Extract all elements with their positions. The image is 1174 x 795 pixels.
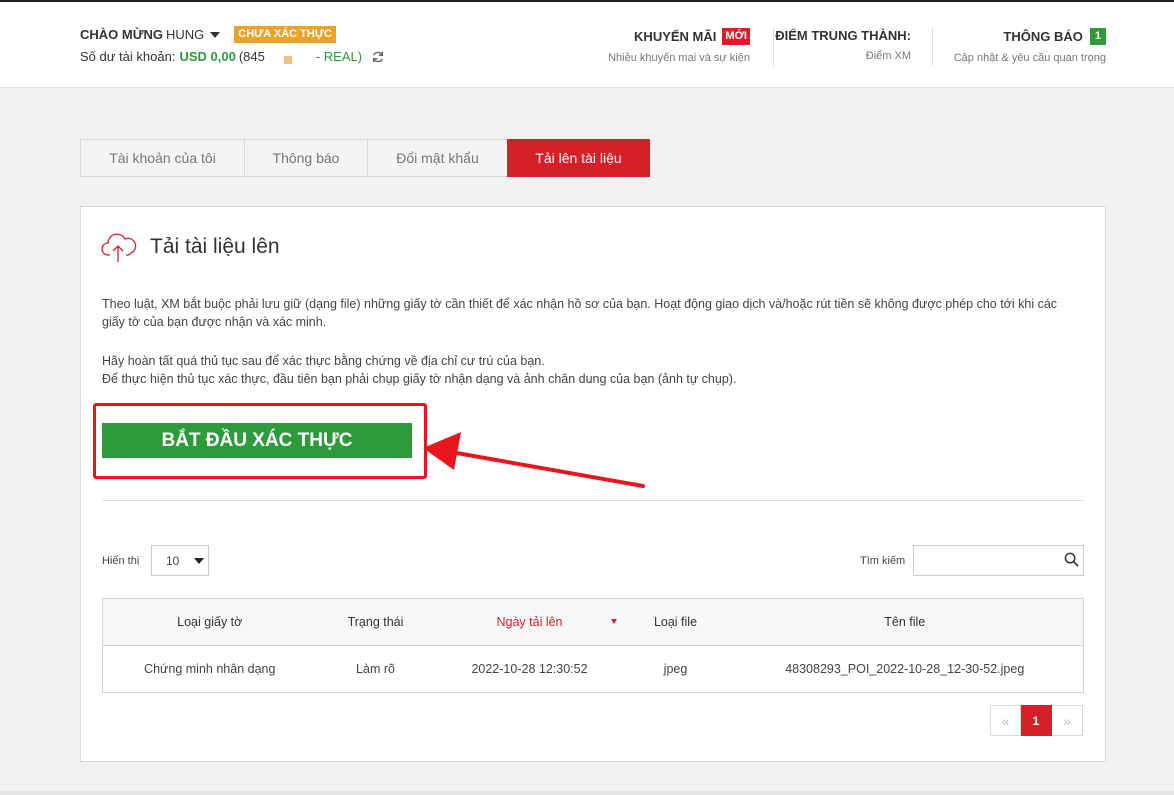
sort-desc-icon <box>610 619 617 624</box>
promotions-subtitle: Nhiều khuyến mại và sự kiện <box>608 52 750 64</box>
pagination-prev-button[interactable]: « <box>990 705 1021 736</box>
page-size-select[interactable]: 10 <box>151 545 209 576</box>
search-input[interactable] <box>913 545 1084 576</box>
header-divider <box>932 28 933 66</box>
start-verification-button[interactable]: BẮT ĐẦU XÁC THỰC <box>102 423 412 458</box>
tab-notifications[interactable]: Thông báo <box>244 139 367 177</box>
search-icon[interactable] <box>1064 552 1079 567</box>
refresh-icon[interactable] <box>371 50 385 64</box>
cloud-upload-icon <box>101 233 137 262</box>
balance-value: USD 0,00 <box>179 49 236 64</box>
chevron-down-icon[interactable] <box>210 31 221 38</box>
section-divider <box>102 500 1084 501</box>
promotions-link[interactable]: KHUYẾN MÃI MỚI Nhiều khuyến mại và sự kiệ… <box>560 28 750 64</box>
pagination: « 1 » <box>990 705 1083 736</box>
search-label: Tìm kiếm <box>860 555 906 567</box>
masked-account-number <box>283 55 292 64</box>
verification-status-badge: CHƯA XÁC THỰC <box>234 26 336 43</box>
notifications-subtitle: Cập nhật & yêu cầu quan trọng <box>953 52 1106 64</box>
instructions-text: Hãy hoàn tất quá thủ tục sau để xác thực… <box>102 352 1082 388</box>
notifications-title: THÔNG BÁO <box>1003 29 1083 44</box>
column-header-status[interactable]: Trạng thái <box>316 598 435 646</box>
footer-divider <box>0 791 1174 795</box>
account-balance: Số dư tài khoản: USD 0,00 (845 - REAL) <box>80 49 385 64</box>
table-header-row: Loại giấy tờ Trạng thái Ngày tải lên Loạ… <box>102 598 1084 646</box>
chevron-down-icon <box>194 557 205 564</box>
page-size-label: Hiển thị <box>102 555 140 567</box>
column-header-file-name[interactable]: Tên file <box>726 598 1084 646</box>
cell-upload-date: 2022-10-28 12:30:52 <box>471 662 588 676</box>
promotions-title: KHUYẾN MÃI <box>634 29 717 44</box>
tab-change-password[interactable]: Đổi mật khẩu <box>367 139 507 177</box>
balance-label: Số dư tài khoản: <box>80 49 176 64</box>
legal-notice-text: Theo luật, XM bắt buộc phải lưu giữ (dạn… <box>102 297 1058 329</box>
column-header-label: Ngày tải lên <box>496 615 563 629</box>
username: HUNG <box>166 27 205 42</box>
column-header-upload-date[interactable]: Ngày tải lên <box>434 598 625 646</box>
cell-file-type: jpeg <box>663 662 688 676</box>
new-badge: MỚI <box>722 28 750 45</box>
loyalty-subtitle: Điểm XM <box>865 50 911 62</box>
instruction-line: Để thực hiện thủ tục xác thực, đầu tiên … <box>102 372 737 386</box>
tab-my-account[interactable]: Tài khoản của tôi <box>80 139 244 177</box>
account-type: - REAL) <box>315 49 363 64</box>
welcome-prefix: CHÀO MỪNG <box>80 27 164 42</box>
panel-header: Tải tài liệu lên <box>101 231 280 263</box>
loyalty-points-link[interactable]: ĐIỂM TRUNG THÀNH: Điểm XM <box>760 28 911 62</box>
table-row: Chứng minh nhân dạng Làm rõ 2022-10-28 1… <box>103 646 1084 693</box>
pagination-page-1[interactable]: 1 <box>1021 705 1052 736</box>
cell-document-type: Chứng minh nhân dạng <box>144 662 276 676</box>
tab-upload-documents[interactable]: Tải lên tài liệu <box>507 139 650 177</box>
top-header: CHÀO MỪNG HUNG CHƯA XÁC THỰC Số dư tài k… <box>0 0 1174 88</box>
account-tabs: Tài khoản của tôi Thông báo Đổi mật khẩu… <box>80 139 650 177</box>
page-title: Tải tài liệu lên <box>150 235 280 258</box>
page-size-value: 10 <box>166 553 180 568</box>
notification-count-badge: 1 <box>1089 28 1106 45</box>
loyalty-title: ĐIỂM TRUNG THÀNH: <box>775 28 911 43</box>
instruction-line: Hãy hoàn tất quá thủ tục sau để xác thực… <box>102 354 545 368</box>
documents-table: Loại giấy tờ Trạng thái Ngày tải lên Loạ… <box>102 598 1084 693</box>
cell-status: Làm rõ <box>356 662 395 676</box>
upload-documents-panel: Tải tài liệu lên Theo luật, XM bắt buộc … <box>80 206 1106 762</box>
notifications-link[interactable]: THÔNG BÁO 1 Cập nhật & yêu cầu quan trọng <box>940 28 1106 64</box>
account-number-prefix: (845 <box>238 49 265 64</box>
column-header-file-type[interactable]: Loại file <box>624 598 727 646</box>
red-arrow-annotation <box>423 432 645 488</box>
cell-file-name: 48308293_POI_2022-10-28_12-30-52.jpeg <box>785 662 1025 676</box>
pagination-next-button[interactable]: » <box>1052 705 1083 736</box>
column-header-document-type[interactable]: Loại giấy tờ <box>102 598 317 646</box>
welcome-user-menu[interactable]: CHÀO MỪNG HUNG CHƯA XÁC THỰC <box>80 26 336 43</box>
